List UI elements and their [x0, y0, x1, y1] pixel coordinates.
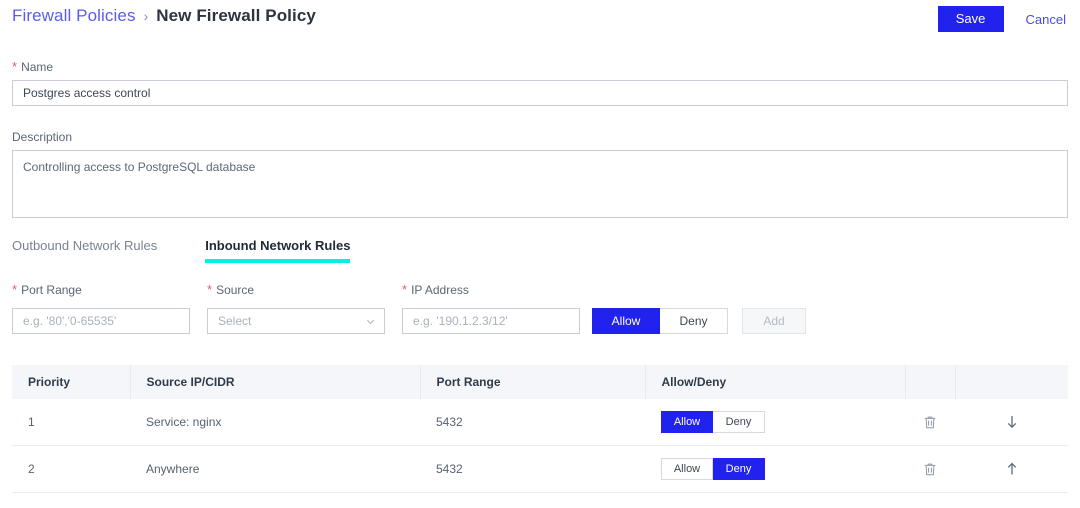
description-label-text: Description	[12, 130, 73, 144]
description-label: Description	[12, 130, 1068, 144]
chevron-down-icon	[365, 316, 376, 327]
column-header-port-range: Port Range	[420, 365, 646, 399]
name-input[interactable]	[12, 80, 1068, 106]
rule-builder-controls: Select Allow Deny Add	[12, 308, 1068, 338]
ip-address-label-text: IP Address	[411, 283, 469, 297]
cell-priority: 1	[12, 399, 130, 446]
cell-delete	[905, 445, 955, 493]
source-label-text: Source	[216, 283, 255, 297]
rules-table-body: 1 Service: nginx 5432 Allow Deny 2 Anywh…	[12, 399, 1068, 493]
cell-priority: 2	[12, 445, 130, 493]
tab-inbound-network-rules[interactable]: Inbound Network Rules	[205, 238, 351, 263]
cell-port-range: 5432	[420, 445, 645, 493]
column-header-actions-move	[955, 365, 1068, 399]
rule-builder-labels: * Port Range * Source * IP Address	[12, 283, 1068, 303]
trash-icon	[923, 462, 937, 477]
port-range-label-text: Port Range	[21, 283, 82, 297]
table-row: 2 Anywhere 5432 Allow Deny	[12, 445, 1068, 493]
rules-table-header: Priority Source IP/CIDR Port Range Allow…	[12, 365, 1068, 399]
ip-address-label: * IP Address	[402, 283, 469, 297]
breadcrumb-separator-icon: ›	[143, 8, 149, 24]
port-range-label: * Port Range	[12, 283, 82, 297]
row-deny-button[interactable]: Deny	[713, 411, 765, 433]
name-field-group: * Name	[12, 60, 1068, 106]
port-range-input[interactable]	[12, 308, 190, 334]
source-label: * Source	[207, 283, 254, 297]
description-textarea[interactable]	[12, 150, 1068, 218]
cell-delete	[905, 399, 955, 446]
deny-button[interactable]: Deny	[660, 308, 728, 334]
page-title: New Firewall Policy	[156, 6, 316, 25]
rule-builder: * Port Range * Source * IP Address Selec…	[12, 283, 1068, 338]
breadcrumb-link-firewall-policies[interactable]: Firewall Policies	[12, 6, 136, 26]
row-allow-deny-toggle: Allow Deny	[661, 458, 905, 480]
required-asterisk-icon: *	[402, 282, 408, 297]
column-header-source-ip-cidr: Source IP/CIDR	[130, 365, 421, 399]
row-allow-button[interactable]: Allow	[661, 458, 713, 480]
ip-address-input[interactable]	[402, 308, 580, 334]
allow-button[interactable]: Allow	[592, 308, 660, 334]
trash-icon	[923, 415, 937, 430]
table-bottom-divider	[12, 492, 1068, 493]
network-rules-tabs: Outbound Network Rules Inbound Network R…	[12, 238, 351, 263]
delete-rule-button[interactable]	[919, 411, 941, 433]
header-actions: Save Cancel	[937, 6, 1066, 32]
source-select-value: Select	[218, 314, 252, 328]
column-header-allow-deny: Allow/Deny	[645, 365, 906, 399]
name-label: * Name	[12, 60, 1068, 74]
cell-port-range: 5432	[420, 399, 645, 446]
delete-rule-button[interactable]	[919, 458, 941, 480]
column-header-priority: Priority	[12, 365, 131, 399]
add-rule-button[interactable]: Add	[742, 308, 806, 334]
page-header: Firewall Policies › New Firewall Policy …	[0, 0, 1080, 45]
description-field-group: Description	[12, 130, 1068, 223]
save-button[interactable]: Save	[937, 6, 1004, 32]
cell-move	[955, 399, 1068, 446]
table-row: 1 Service: nginx 5432 Allow Deny	[12, 399, 1068, 446]
allow-deny-toggle: Allow Deny	[592, 308, 728, 334]
source-select[interactable]: Select	[207, 308, 385, 334]
cancel-button[interactable]: Cancel	[1026, 12, 1066, 27]
move-rule-down-button[interactable]	[1001, 411, 1023, 433]
required-asterisk-icon: *	[12, 59, 18, 74]
tab-outbound-network-rules[interactable]: Outbound Network Rules	[12, 238, 157, 263]
table-header-row: Priority Source IP/CIDR Port Range Allow…	[12, 365, 1068, 399]
arrow-down-icon	[1005, 414, 1019, 430]
cell-allow-deny: Allow Deny	[645, 399, 905, 446]
arrow-up-icon	[1005, 461, 1019, 477]
breadcrumb: Firewall Policies › New Firewall Policy	[12, 6, 316, 26]
row-deny-button[interactable]: Deny	[713, 458, 765, 480]
row-allow-deny-toggle: Allow Deny	[661, 411, 905, 433]
cell-source: Anywhere	[130, 445, 420, 493]
row-allow-button[interactable]: Allow	[661, 411, 713, 433]
cell-move	[955, 445, 1068, 493]
cell-source: Service: nginx	[130, 399, 420, 446]
rules-table: Priority Source IP/CIDR Port Range Allow…	[12, 365, 1068, 493]
required-asterisk-icon: *	[207, 282, 213, 297]
name-label-text: Name	[21, 60, 54, 74]
required-asterisk-icon: *	[12, 282, 18, 297]
move-rule-up-button[interactable]	[1001, 458, 1023, 480]
cell-allow-deny: Allow Deny	[645, 445, 905, 493]
column-header-actions-delete	[905, 365, 956, 399]
